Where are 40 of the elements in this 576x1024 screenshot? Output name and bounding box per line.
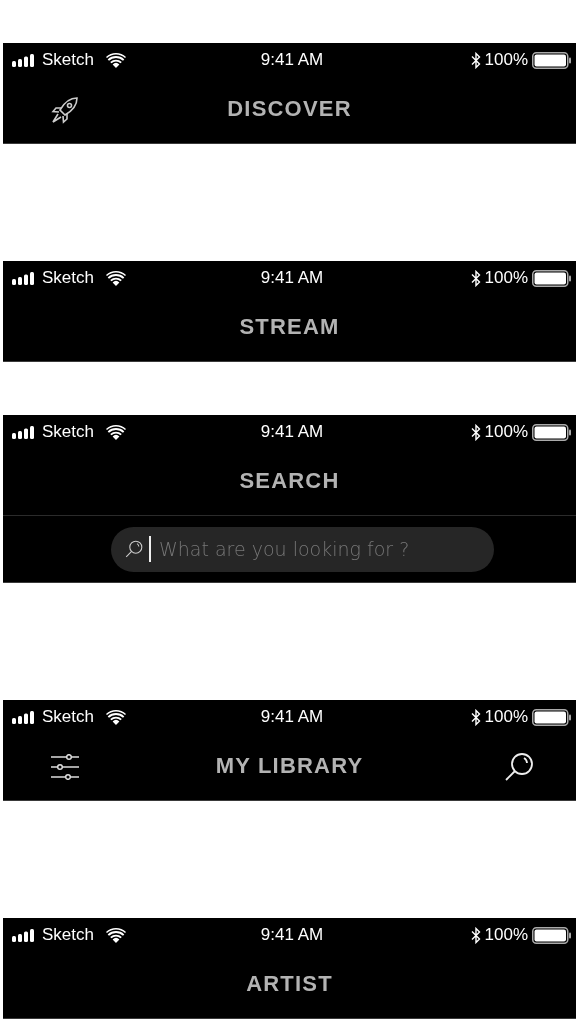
battery-icon (532, 51, 572, 69)
battery-icon (532, 926, 572, 944)
wifi-icon (106, 424, 126, 440)
screen-title: DISCOVER (227, 96, 352, 122)
wifi-icon (106, 927, 126, 943)
bluetooth-icon (470, 423, 481, 441)
status-time: 9:41 AM (260, 707, 324, 727)
screen-title: STREAM (239, 314, 340, 340)
battery-icon (532, 708, 572, 726)
wifi-icon (106, 52, 126, 68)
battery-icon (532, 269, 572, 287)
wifi-icon (106, 709, 126, 725)
bluetooth-icon (470, 51, 481, 69)
status-time: 9:41 AM (260, 925, 324, 945)
carrier-name: Sketch (42, 268, 94, 288)
bluetooth-icon (470, 926, 481, 944)
carrier-name: Sketch (42, 925, 94, 945)
battery-percent: 100% (484, 925, 528, 945)
search-icon (125, 540, 143, 558)
bluetooth-icon (470, 708, 481, 726)
carrier-name: Sketch (42, 707, 94, 727)
search-field[interactable]: What are you looking for ? (111, 526, 494, 572)
search-icon (503, 752, 534, 782)
battery-percent: 100% (484, 707, 528, 727)
battery-percent: 100% (484, 422, 528, 442)
bluetooth-icon (470, 269, 481, 287)
status-time: 9:41 AM (260, 268, 324, 288)
battery-percent: 100% (484, 50, 528, 70)
battery-percent: 100% (484, 268, 528, 288)
sliders-icon (49, 754, 80, 780)
carrier-name: Sketch (42, 422, 94, 442)
rocket-icon (49, 95, 80, 125)
screen-title: ARTIST (246, 971, 333, 997)
status-time: 9:41 AM (260, 50, 324, 70)
battery-icon (532, 423, 572, 441)
wifi-icon (106, 270, 126, 286)
carrier-name: Sketch (42, 50, 94, 70)
status-time: 9:41 AM (260, 422, 324, 442)
screen-title: SEARCH (239, 468, 340, 494)
screen-title: MY LIBRARY (215, 753, 364, 779)
